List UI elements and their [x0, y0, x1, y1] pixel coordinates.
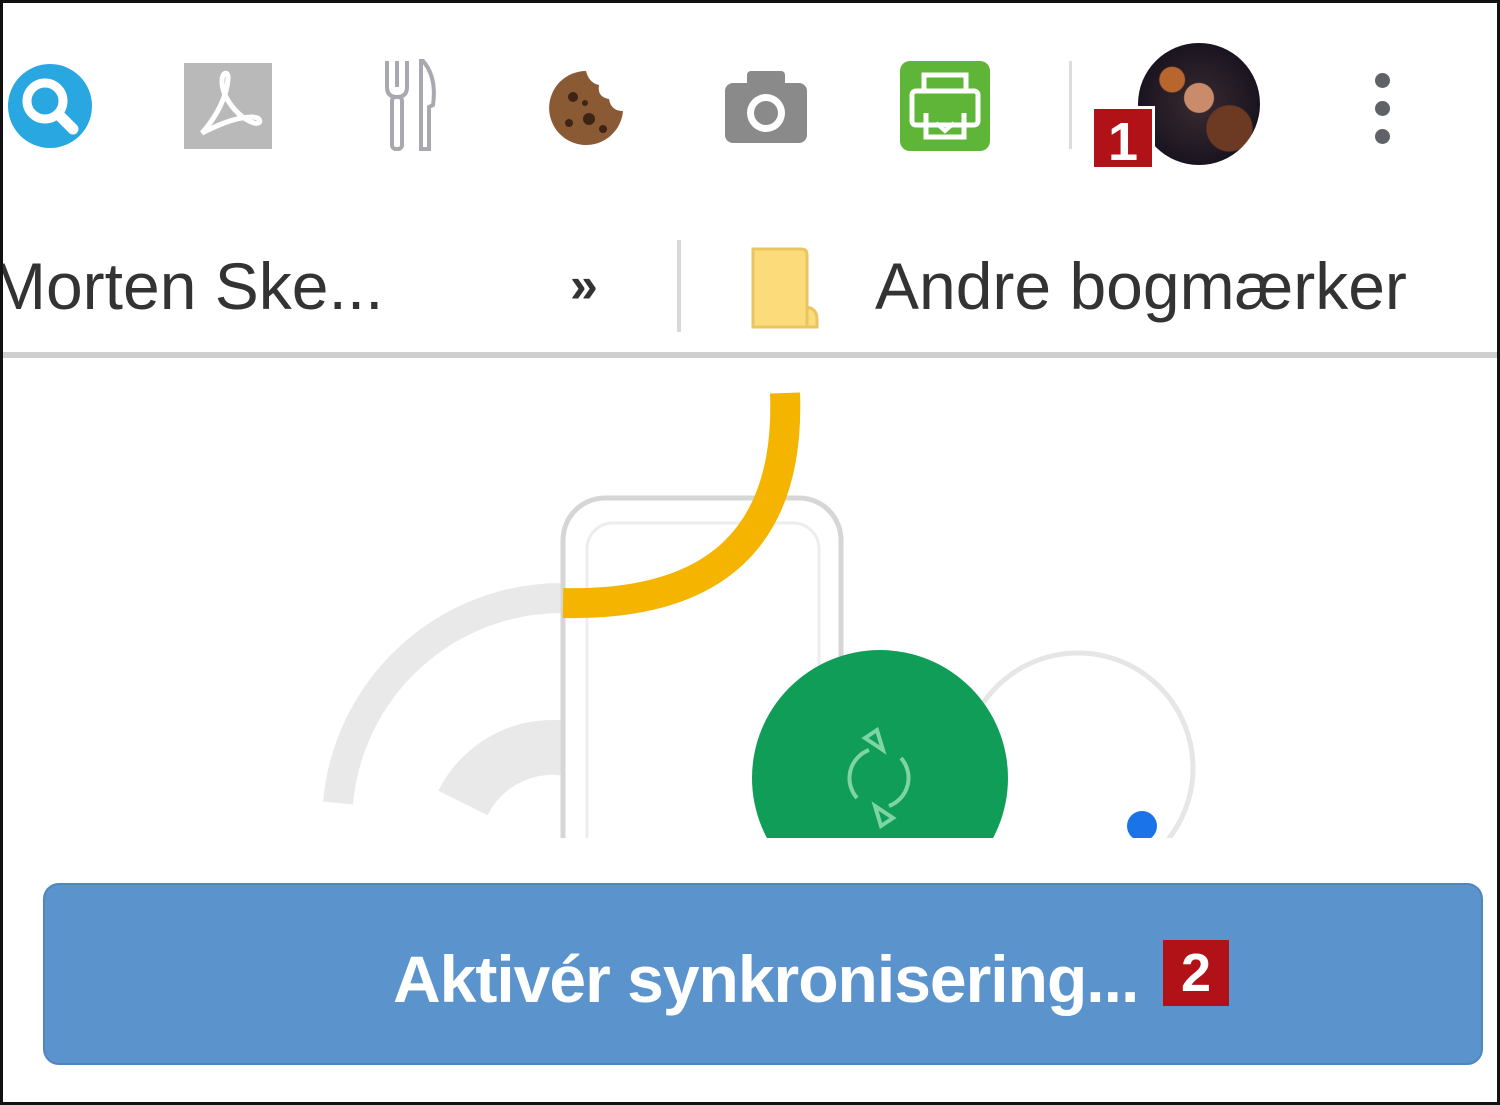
- other-bookmarks-folder[interactable]: Andre bogmærker: [875, 248, 1407, 324]
- sync-illustration: [3, 358, 1497, 921]
- fork-knife-icon[interactable]: [381, 57, 441, 153]
- printer-icon[interactable]: [900, 61, 990, 151]
- callout-badge-1: 1: [1091, 106, 1155, 172]
- cookie-icon[interactable]: [545, 67, 627, 149]
- folder-icon: [751, 247, 819, 334]
- browser-profile-popup: 1 Morten Ske... » Andre bogmærker Aktivé…: [0, 0, 1500, 1105]
- camera-icon[interactable]: [723, 69, 809, 145]
- magnifier-icon[interactable]: [5, 61, 95, 151]
- toolbar-separator: [1069, 61, 1072, 149]
- enable-sync-label: Aktivér synkronisering...: [393, 942, 1139, 1016]
- bookmarks-separator: [677, 240, 681, 332]
- bookmark-item[interactable]: Morten Ske...: [3, 248, 384, 324]
- vertical-dots-icon[interactable]: [1365, 65, 1399, 155]
- profile-avatar[interactable]: [1138, 43, 1260, 165]
- callout-badge-2: 2: [1163, 940, 1229, 1006]
- acrobat-pdf-icon[interactable]: [182, 61, 274, 151]
- bookmarks-overflow-button[interactable]: »: [570, 256, 598, 314]
